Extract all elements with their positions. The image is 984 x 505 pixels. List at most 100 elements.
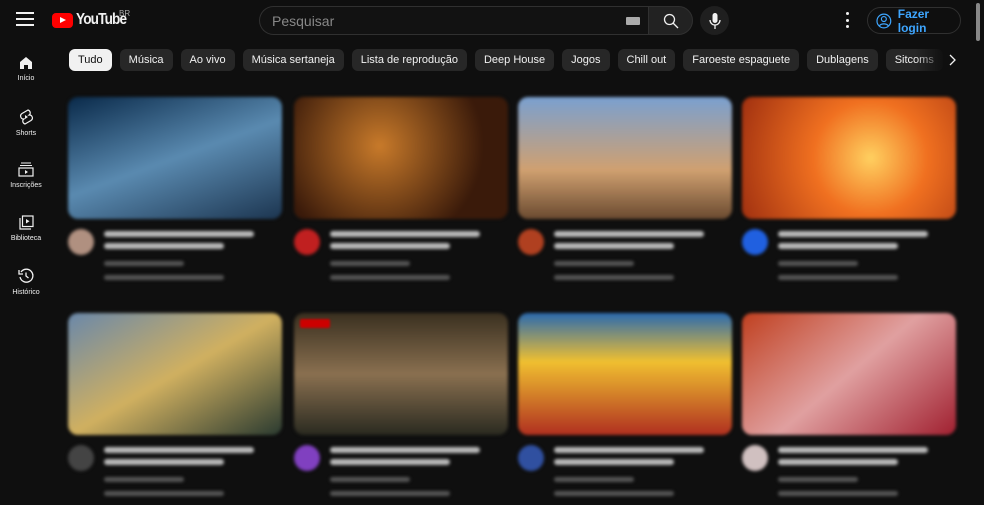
video-title-line bbox=[330, 231, 480, 237]
channel-avatar[interactable] bbox=[294, 445, 320, 471]
chip-chill-out[interactable]: Chill out bbox=[617, 49, 676, 71]
video-card[interactable] bbox=[68, 313, 282, 505]
video-card[interactable] bbox=[294, 313, 508, 505]
sidebar-item-shorts[interactable]: Shorts bbox=[0, 101, 52, 154]
sidebar-item-label: Biblioteca bbox=[10, 235, 42, 242]
search-icon bbox=[663, 13, 678, 28]
sidebar-item-label: Inscrições bbox=[10, 182, 42, 189]
channel-avatar[interactable] bbox=[742, 445, 768, 471]
channel-avatar[interactable] bbox=[68, 229, 94, 255]
video-info-line bbox=[330, 477, 410, 482]
search-placeholder: Pesquisar bbox=[272, 12, 335, 29]
video-card[interactable] bbox=[518, 97, 732, 289]
video-thumbnail[interactable] bbox=[518, 97, 732, 219]
video-card[interactable] bbox=[294, 97, 508, 289]
channel-avatar[interactable] bbox=[518, 229, 544, 255]
video-thumbnail[interactable] bbox=[294, 313, 508, 435]
video-info-line bbox=[104, 275, 224, 280]
sidebar-item-label: Início bbox=[17, 75, 35, 82]
video-info-line bbox=[104, 261, 184, 266]
chip-música[interactable]: Música bbox=[119, 49, 173, 71]
video-title-line bbox=[554, 231, 704, 237]
sign-in-label: Fazer login bbox=[897, 6, 930, 35]
search-input[interactable]: Pesquisar bbox=[259, 6, 648, 35]
video-card[interactable] bbox=[742, 97, 956, 289]
channel-avatar[interactable] bbox=[742, 229, 768, 255]
video-info-line bbox=[778, 491, 898, 496]
video-title-line bbox=[104, 459, 224, 465]
scrollbar[interactable] bbox=[976, 3, 981, 473]
video-info-line bbox=[778, 261, 858, 266]
keyboard-icon[interactable] bbox=[626, 17, 640, 25]
chevron-right-icon bbox=[949, 54, 956, 66]
chip-lista-de-reprodução[interactable]: Lista de reprodução bbox=[351, 49, 467, 71]
video-title-line bbox=[104, 243, 224, 249]
video-title-line bbox=[104, 231, 254, 237]
channel-avatar[interactable] bbox=[294, 229, 320, 255]
video-card[interactable] bbox=[742, 313, 956, 505]
sidebar-item-home[interactable]: Início bbox=[0, 48, 52, 101]
category-chips: Tudo Música Ao vivo Música sertaneja Lista d… bbox=[69, 49, 943, 71]
video-meta bbox=[68, 435, 282, 505]
video-meta bbox=[68, 219, 282, 289]
video-info-line bbox=[554, 261, 634, 266]
video-info-line bbox=[104, 477, 184, 482]
video-meta bbox=[294, 219, 508, 289]
chip-tudo[interactable]: Tudo bbox=[69, 49, 112, 71]
video-card[interactable] bbox=[518, 313, 732, 505]
video-meta bbox=[742, 219, 956, 289]
sidebar-item-library[interactable]: Biblioteca bbox=[0, 207, 52, 260]
video-meta bbox=[294, 435, 508, 505]
scrollbar-thumb[interactable] bbox=[976, 3, 980, 41]
video-info-line bbox=[554, 275, 674, 280]
menu-icon[interactable] bbox=[16, 12, 34, 26]
video-title-line bbox=[778, 459, 898, 465]
chip-faroeste-espaguete[interactable]: Faroeste espaguete bbox=[683, 49, 800, 71]
sidebar-item-history[interactable]: Histórico bbox=[0, 260, 52, 313]
video-title-line bbox=[778, 243, 898, 249]
video-meta bbox=[518, 219, 732, 289]
more-options-icon[interactable] bbox=[845, 12, 849, 28]
subscriptions-icon bbox=[18, 162, 34, 177]
chip-música-sertaneja[interactable]: Música sertaneja bbox=[242, 49, 344, 71]
voice-search-button[interactable] bbox=[700, 6, 729, 35]
video-thumbnail[interactable] bbox=[742, 97, 956, 219]
channel-avatar[interactable] bbox=[68, 445, 94, 471]
video-title-line bbox=[778, 231, 928, 237]
chip-jogos[interactable]: Jogos bbox=[562, 49, 610, 71]
video-meta bbox=[742, 435, 956, 505]
video-thumbnail[interactable] bbox=[294, 97, 508, 219]
video-title-line bbox=[778, 447, 928, 453]
top-bar: YouTube BR Pesquisar Fazer login bbox=[0, 0, 984, 40]
video-card[interactable] bbox=[68, 97, 282, 289]
video-title-line bbox=[554, 447, 704, 453]
video-title-line bbox=[330, 447, 480, 453]
sidebar-item-label: Shorts bbox=[15, 130, 37, 137]
shorts-icon bbox=[20, 109, 33, 125]
video-info-line bbox=[330, 261, 410, 266]
video-thumbnail[interactable] bbox=[68, 313, 282, 435]
channel-avatar[interactable] bbox=[518, 445, 544, 471]
chip-ao-vivo[interactable]: Ao vivo bbox=[180, 49, 235, 71]
chip-deep-house[interactable]: Deep House bbox=[474, 49, 555, 71]
account-icon bbox=[876, 13, 892, 28]
video-info-line bbox=[778, 275, 898, 280]
video-info-line bbox=[104, 491, 224, 496]
video-meta bbox=[518, 435, 732, 505]
chips-next-button[interactable] bbox=[940, 49, 964, 71]
sidebar: Início Shorts Inscrições Biblioteca Hist… bbox=[0, 48, 52, 313]
video-thumbnail[interactable] bbox=[742, 313, 956, 435]
history-icon bbox=[18, 268, 34, 283]
chip-dublagens[interactable]: Dublagens bbox=[807, 49, 878, 71]
youtube-logo[interactable]: YouTube BR bbox=[52, 9, 135, 29]
live-badge bbox=[300, 319, 330, 328]
sign-in-button[interactable]: Fazer login bbox=[867, 6, 961, 35]
video-info-line bbox=[778, 477, 858, 482]
video-thumbnail[interactable] bbox=[68, 97, 282, 219]
sidebar-item-label: Histórico bbox=[12, 289, 40, 296]
video-thumbnail[interactable] bbox=[518, 313, 732, 435]
video-info-line bbox=[554, 491, 674, 496]
search-button[interactable] bbox=[648, 6, 693, 35]
home-icon bbox=[20, 57, 32, 69]
sidebar-item-subscriptions[interactable]: Inscrições bbox=[0, 154, 52, 207]
